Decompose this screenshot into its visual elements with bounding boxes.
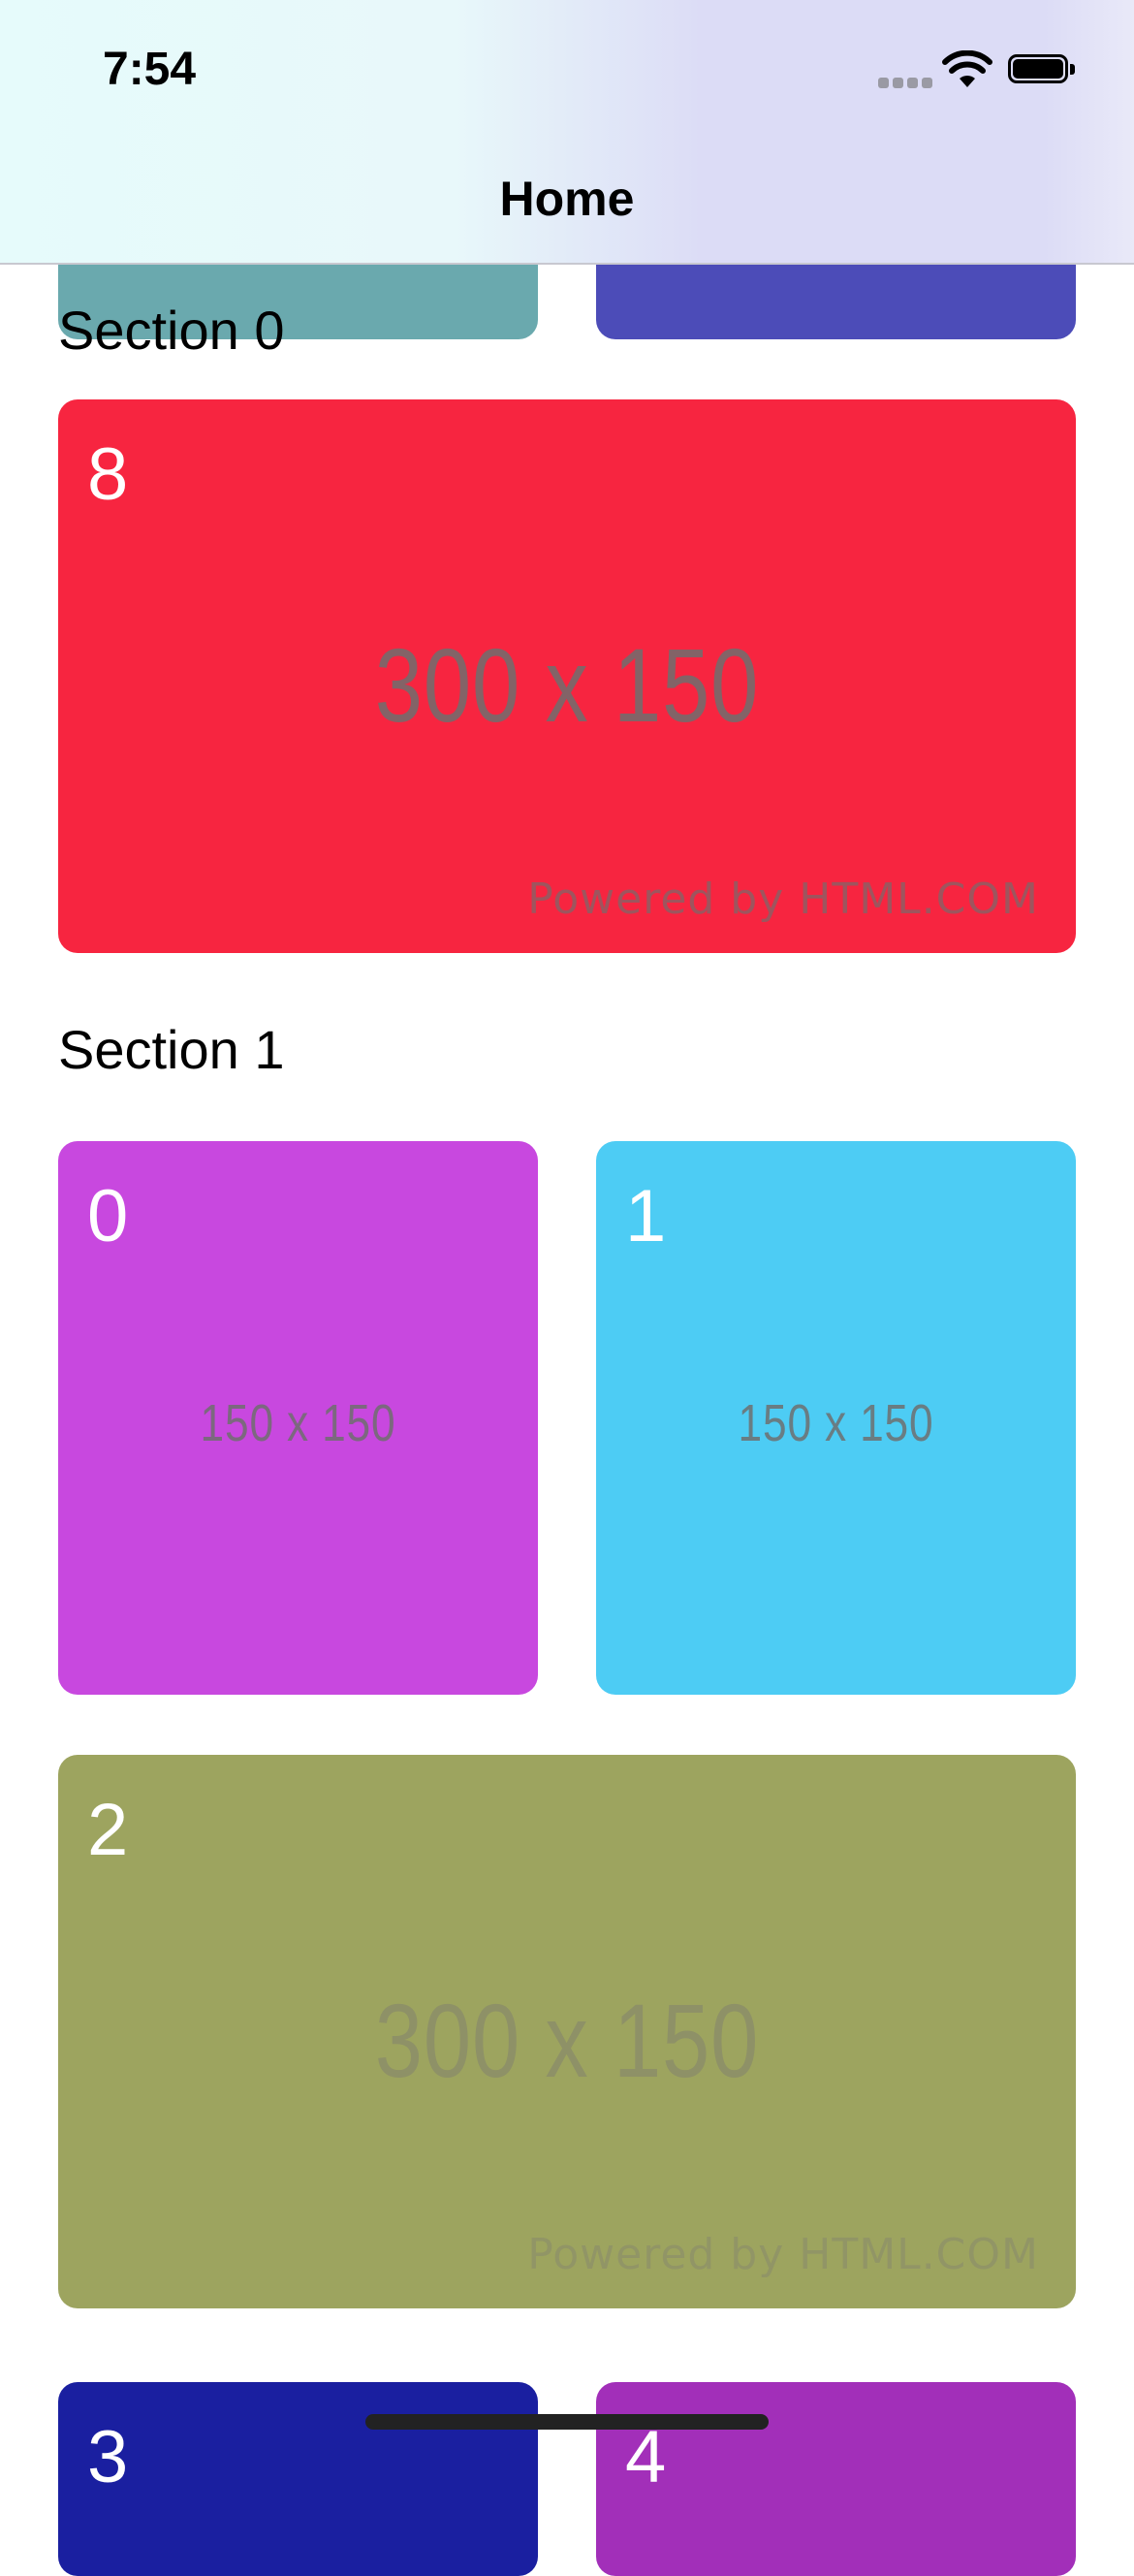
page-title: Home xyxy=(499,172,635,226)
home-indicator[interactable] xyxy=(365,2414,769,2430)
section-1-title: Section 1 xyxy=(58,1019,285,1080)
tile-number: 0 xyxy=(87,1175,129,1257)
battery-icon xyxy=(1008,54,1076,87)
wifi-icon xyxy=(942,50,992,87)
tile-number: 3 xyxy=(87,2416,129,2498)
cellular-signal-icon xyxy=(878,78,932,91)
tile-number: 1 xyxy=(625,1175,667,1257)
tile-number: 2 xyxy=(87,1789,129,1871)
navigation-bar: 7:54 Home xyxy=(0,0,1134,265)
placeholder-size-label: 150 x 150 xyxy=(200,1394,396,1452)
powered-by-label: Powered by HTML.COM xyxy=(527,875,1039,924)
placeholder-size-label: 150 x 150 xyxy=(738,1394,934,1452)
tile-number: 4 xyxy=(625,2416,667,2498)
section-0-title: Section 0 xyxy=(58,300,285,361)
tile-1[interactable]: 1 150 x 150 xyxy=(596,1141,1076,1695)
placeholder-size-label: 300 x 150 xyxy=(374,626,760,744)
tile-0[interactable]: 0 150 x 150 xyxy=(58,1141,538,1695)
tile-4[interactable]: 4 xyxy=(596,2382,1076,2576)
powered-by-label: Powered by HTML.COM xyxy=(527,2230,1039,2279)
tile-2[interactable]: 2 300 x 150 Powered by HTML.COM xyxy=(58,1755,1076,2308)
tile-3[interactable]: 3 xyxy=(58,2382,538,2576)
tile-number: 8 xyxy=(87,433,129,516)
status-time: 7:54 xyxy=(103,44,197,95)
placeholder-size-label: 300 x 150 xyxy=(374,1982,760,2099)
tile-8[interactable]: 8 300 x 150 Powered by HTML.COM xyxy=(58,399,1076,953)
